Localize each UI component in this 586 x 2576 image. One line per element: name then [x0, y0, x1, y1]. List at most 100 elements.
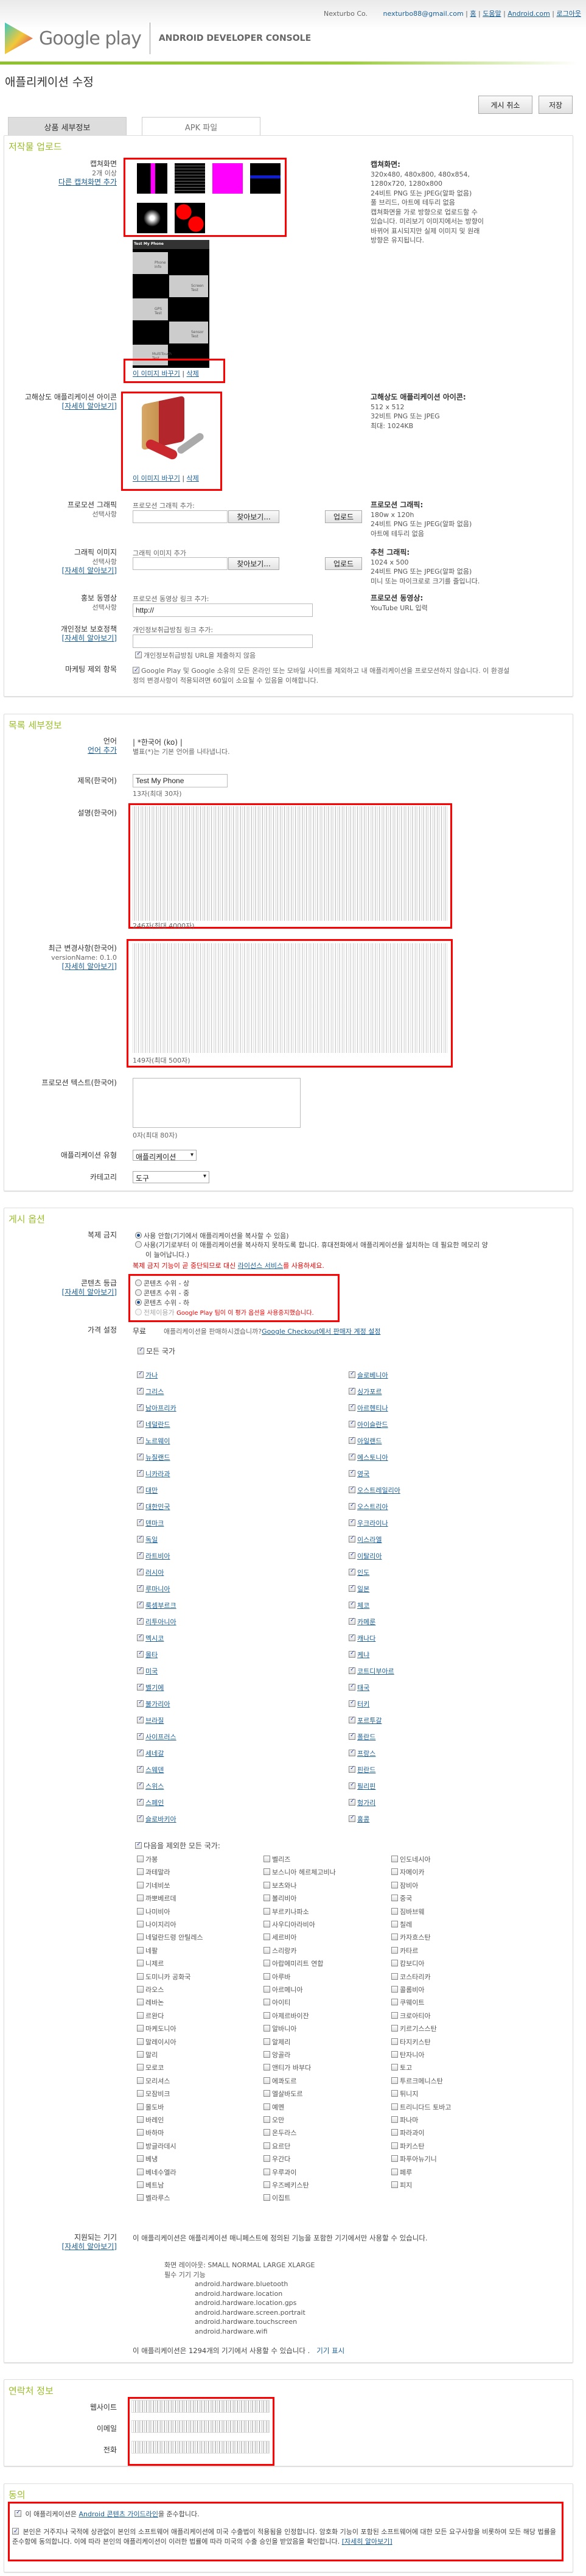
promo-graphic-file-input[interactable] — [133, 510, 228, 523]
country-checkbox[interactable]: 보스니아 헤르체고비나 — [263, 1867, 336, 1877]
country-name[interactable]: 슬로바키아 — [145, 1815, 176, 1823]
country-checkbox[interactable]: 태국 — [349, 1683, 369, 1692]
country-checkbox[interactable]: 세르비아 — [263, 1932, 296, 1942]
checkbox-icon[interactable] — [137, 1650, 144, 1658]
country-name[interactable]: 러시아 — [145, 1569, 164, 1577]
google-play-logo[interactable]: Google play ANDROID DEVELOPER CONSOLE — [4, 23, 311, 54]
country-checkbox[interactable]: 사이프러스 — [137, 1732, 176, 1742]
checkbox-icon[interactable] — [137, 1551, 144, 1559]
account-email[interactable]: nexturbo88@gmail.com — [383, 10, 464, 18]
upload-button[interactable]: 업로드 — [325, 510, 362, 523]
checkbox-icon[interactable] — [391, 1921, 398, 1927]
country-name[interactable]: 폴란드 — [357, 1733, 375, 1741]
country-checkbox[interactable]: 코스타리카 — [391, 1972, 431, 1982]
country-name[interactable]: 에스토니아 — [357, 1454, 388, 1462]
country-name[interactable]: 불가리아 — [145, 1700, 170, 1708]
checkbox-icon[interactable] — [391, 1881, 398, 1888]
browse-button[interactable]: 찾아보기... — [228, 510, 279, 523]
country-name[interactable]: 체코 — [357, 1602, 369, 1610]
checkbox-icon[interactable] — [137, 1683, 144, 1691]
radio-icon[interactable] — [135, 1289, 142, 1296]
country-checkbox[interactable]: 아랍에미리트 연합 — [263, 1958, 323, 1968]
country-checkbox[interactable]: 앤티가 바부다 — [263, 2063, 311, 2072]
country-checkbox[interactable]: 부르키나파소 — [263, 1907, 309, 1916]
country-name[interactable]: 필리핀 — [357, 1782, 375, 1790]
country-checkbox[interactable]: 레바논 — [137, 1997, 164, 2007]
country-checkbox[interactable]: 타지키스탄 — [391, 2037, 431, 2047]
checkout-setup-link[interactable]: Google Checkout에서 판매자 계정 설정 — [262, 1328, 380, 1336]
country-name[interactable]: 네덜란드 — [145, 1421, 170, 1429]
country-name[interactable]: 포르투갈 — [357, 1717, 382, 1725]
checkbox-icon[interactable] — [137, 1502, 144, 1510]
checkbox-icon[interactable] — [349, 1551, 355, 1559]
checkbox-icon[interactable] — [137, 1699, 144, 1707]
country-name[interactable]: 라트비아 — [145, 1552, 170, 1560]
export-law-checkbox[interactable]: 본인은 거주지나 국적에 상관없이 본인의 소프트웨어 애플리케이션에 미국 수… — [12, 2527, 560, 2547]
country-name[interactable]: 오스트레일리아 — [357, 1487, 400, 1494]
country-checkbox[interactable]: 뉴질랜드 — [137, 1452, 170, 1462]
checkbox-icon[interactable] — [137, 1960, 144, 1967]
country-checkbox[interactable]: 캄보디아 — [391, 1958, 424, 1968]
email-input[interactable] — [131, 2420, 270, 2433]
country-checkbox[interactable]: 엘살바도르 — [263, 2089, 303, 2099]
country-checkbox[interactable]: 카메룬 — [349, 1617, 375, 1627]
country-checkbox[interactable]: 프랑스 — [349, 1748, 375, 1758]
copy-protection-off-radio[interactable]: 사용 안함(기기에서 애플리케이션을 복사할 수 있음) — [135, 1231, 289, 1240]
website-input[interactable] — [131, 2400, 270, 2413]
radio-icon[interactable] — [135, 1232, 142, 1239]
checkbox-icon[interactable] — [391, 1856, 398, 1862]
country-name[interactable]: 니카라과 — [145, 1470, 170, 1478]
replace-image-link[interactable]: 이 이미지 바꾸기 — [133, 370, 180, 378]
country-checkbox[interactable]: 아르헨티나 — [349, 1403, 388, 1413]
checkbox-icon[interactable] — [263, 1946, 270, 1954]
country-name[interactable]: 케냐 — [357, 1651, 369, 1659]
composite-screenshot[interactable]: Test My Phone Phone Info Screen Test GPS… — [133, 240, 209, 368]
country-checkbox[interactable]: 몰타 — [137, 1650, 158, 1659]
android-link[interactable]: Android.com — [508, 10, 550, 18]
country-checkbox[interactable]: 니카라과 — [137, 1469, 170, 1479]
country-checkbox[interactable]: 파라과이 — [391, 2128, 424, 2138]
privacy-url-input[interactable] — [133, 635, 313, 648]
country-checkbox[interactable]: 말리 — [137, 2050, 158, 2060]
checkbox-icon[interactable] — [263, 1895, 270, 1902]
checkbox-icon[interactable] — [349, 1502, 355, 1510]
country-checkbox[interactable]: 우크라이나 — [349, 1518, 388, 1528]
checkbox-icon[interactable] — [349, 1781, 355, 1789]
country-checkbox[interactable]: 키르기스스탄 — [391, 2024, 437, 2033]
country-checkbox[interactable]: 이스라엘 — [349, 1535, 382, 1544]
category-select[interactable]: 도구 — [133, 1171, 209, 1183]
country-name[interactable]: 이탈리아 — [357, 1552, 382, 1560]
country-name[interactable]: 영국 — [357, 1470, 369, 1478]
checkbox-icon[interactable] — [349, 1387, 355, 1395]
checkbox-icon[interactable] — [137, 2181, 144, 2188]
checkbox-icon[interactable] — [12, 2527, 19, 2536]
country-name[interactable]: 덴마크 — [145, 1519, 164, 1527]
checkbox-icon[interactable] — [349, 1600, 355, 1608]
checkbox-icon[interactable] — [349, 1633, 355, 1641]
country-checkbox[interactable]: 아루바 — [263, 1972, 290, 1982]
checkbox-icon[interactable] — [137, 1907, 144, 1915]
country-checkbox[interactable]: 포르투갈 — [349, 1716, 382, 1725]
country-checkbox[interactable]: 노르웨이 — [137, 1436, 170, 1446]
screenshot-thumb[interactable] — [175, 163, 205, 194]
checkbox-icon[interactable] — [137, 1535, 144, 1543]
country-name[interactable]: 태국 — [357, 1684, 369, 1692]
checkbox-icon[interactable] — [349, 1683, 355, 1691]
checkbox-icon[interactable] — [137, 2077, 144, 2084]
country-name[interactable]: 프랑스 — [357, 1750, 375, 1758]
checkbox-icon[interactable] — [263, 1934, 270, 1941]
country-name[interactable]: 아일랜드 — [357, 1437, 382, 1445]
checkbox-icon[interactable] — [263, 2142, 270, 2149]
learn-more-link[interactable]: [자세히 알아보기] — [62, 402, 117, 410]
country-checkbox[interactable]: 과테말라 — [137, 1867, 170, 1877]
checkbox-icon[interactable] — [263, 2064, 270, 2071]
country-checkbox[interactable]: 스리랑카 — [263, 1946, 296, 1955]
rating-option-low[interactable]: 콘텐츠 수위 - 하 — [135, 1298, 314, 1308]
checkbox-icon[interactable] — [263, 2103, 270, 2110]
checkbox-icon[interactable] — [263, 1972, 270, 1980]
checkbox-icon[interactable] — [349, 1535, 355, 1543]
checkbox-icon[interactable] — [349, 1452, 355, 1460]
checkbox-icon[interactable] — [263, 2077, 270, 2084]
country-checkbox[interactable]: 필리핀 — [349, 1781, 375, 1791]
checkbox-icon[interactable] — [391, 2103, 398, 2110]
